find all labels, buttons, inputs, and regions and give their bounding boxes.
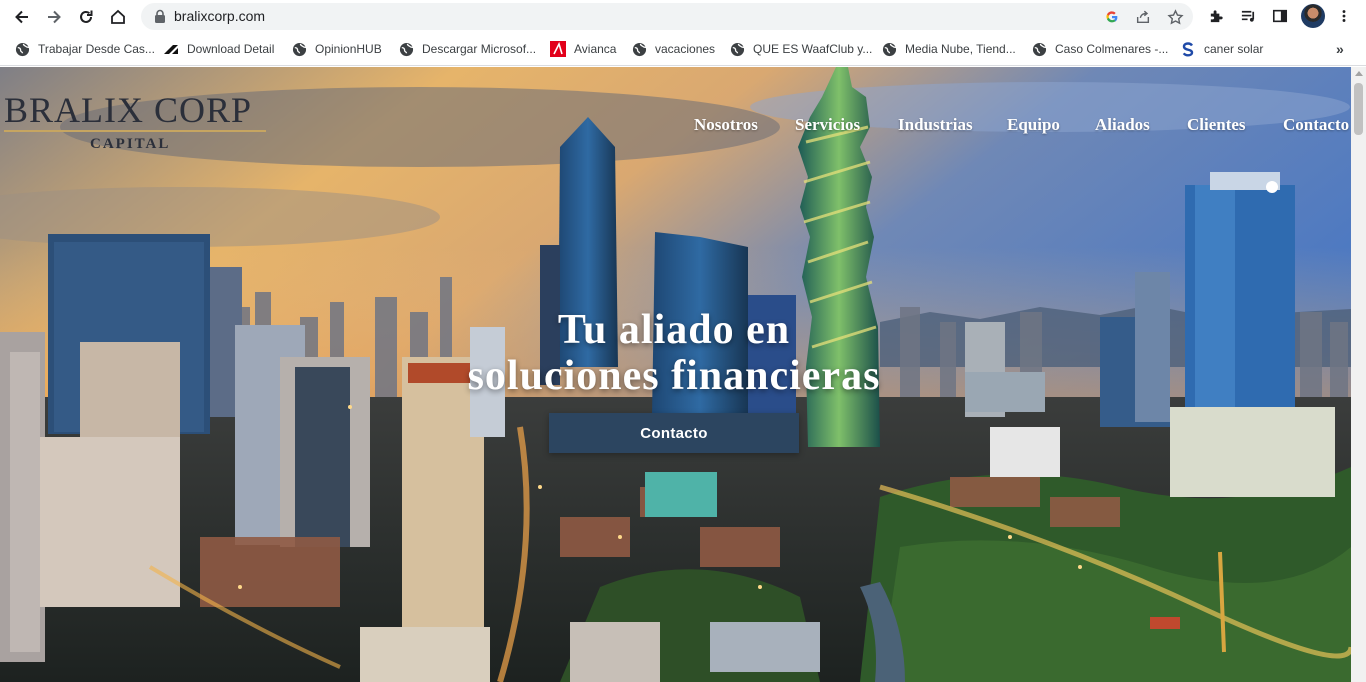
bookmark-item[interactable]: OpinionHUB	[291, 40, 382, 58]
avianca-logo-icon	[550, 41, 566, 57]
more-bookmarks-button[interactable]: »	[1336, 41, 1344, 57]
address-bar[interactable]: bralixcorp.com	[141, 3, 1193, 30]
extensions-puzzle-icon[interactable]	[1206, 6, 1226, 26]
bookmarks-bar: Trabajar Desde Cas... Download Detail Op…	[0, 33, 1366, 66]
reload-icon	[80, 10, 93, 23]
arrow-left-icon	[15, 10, 28, 24]
hero-headline: Tu aliado en soluciones financieras	[0, 307, 1348, 399]
contact-cta-button[interactable]: Contacto	[549, 413, 799, 453]
arrow-right-icon	[48, 10, 61, 24]
bookmark-star-icon[interactable]	[1166, 8, 1184, 26]
google-icon[interactable]	[1103, 8, 1121, 26]
logo-title: BRALIX CORP	[4, 90, 253, 130]
home-icon	[111, 9, 125, 24]
profile-avatar[interactable]	[1301, 4, 1325, 28]
scroll-up-arrow-icon[interactable]	[1355, 71, 1363, 76]
media-queue-icon[interactable]	[1238, 6, 1258, 26]
bookmark-item[interactable]: Avianca	[550, 40, 616, 58]
stripe-logo-icon	[163, 41, 179, 57]
logo-rule	[4, 130, 266, 132]
globe-icon	[881, 41, 897, 57]
bookmark-item[interactable]: vacaciones	[631, 40, 715, 58]
website-page: BRALIX CORP CAPITAL Nosotros Servicios I…	[0, 67, 1351, 682]
globe-icon	[14, 41, 30, 57]
s-logo-icon	[1180, 41, 1196, 57]
nav-clientes[interactable]: Clientes	[1187, 115, 1246, 135]
kebab-menu-icon[interactable]	[1334, 6, 1354, 26]
nav-nosotros[interactable]: Nosotros	[694, 115, 758, 135]
nav-industrias[interactable]: Industrias	[898, 115, 973, 135]
globe-icon	[631, 41, 647, 57]
globe-icon	[1031, 41, 1047, 57]
bookmark-item[interactable]: Descargar Microsof...	[398, 40, 536, 58]
nav-contacto[interactable]: Contacto	[1283, 115, 1349, 135]
bookmark-item[interactable]: Trabajar Desde Cas...	[14, 40, 155, 58]
page-scrollbar[interactable]	[1351, 67, 1366, 682]
lock-icon	[155, 9, 165, 23]
hero-headline-line2: soluciones financieras	[467, 353, 881, 399]
hero-headline-line1: Tu aliado en	[557, 307, 791, 353]
back-button[interactable]	[9, 4, 35, 30]
nav-servicios[interactable]: Servicios	[795, 115, 860, 135]
nav-equipo[interactable]: Equipo	[1007, 115, 1060, 135]
reload-button[interactable]	[73, 4, 99, 30]
bookmark-item[interactable]: Download Detail	[163, 40, 274, 58]
forward-button[interactable]	[41, 4, 67, 30]
globe-icon	[729, 41, 745, 57]
logo-subtitle: CAPITAL	[90, 136, 171, 152]
bookmark-item[interactable]: Caso Colmenares -...	[1031, 40, 1168, 58]
bookmark-item[interactable]: QUE ES WaafClub y...	[729, 40, 872, 58]
bookmark-item[interactable]: caner solar	[1180, 40, 1263, 58]
globe-icon	[398, 41, 414, 57]
globe-icon	[291, 41, 307, 57]
nav-aliados[interactable]: Aliados	[1095, 115, 1150, 135]
url-text: bralixcorp.com	[174, 8, 266, 24]
side-panel-icon[interactable]	[1270, 6, 1290, 26]
scroll-thumb[interactable]	[1354, 83, 1363, 135]
bookmark-item[interactable]: Media Nube, Tiend...	[881, 40, 1016, 58]
share-icon[interactable]	[1134, 8, 1152, 26]
home-button[interactable]	[105, 4, 131, 30]
site-logo[interactable]: BRALIX CORP CAPITAL	[2, 89, 268, 159]
browser-toolbar: bralixcorp.com	[0, 0, 1366, 33]
